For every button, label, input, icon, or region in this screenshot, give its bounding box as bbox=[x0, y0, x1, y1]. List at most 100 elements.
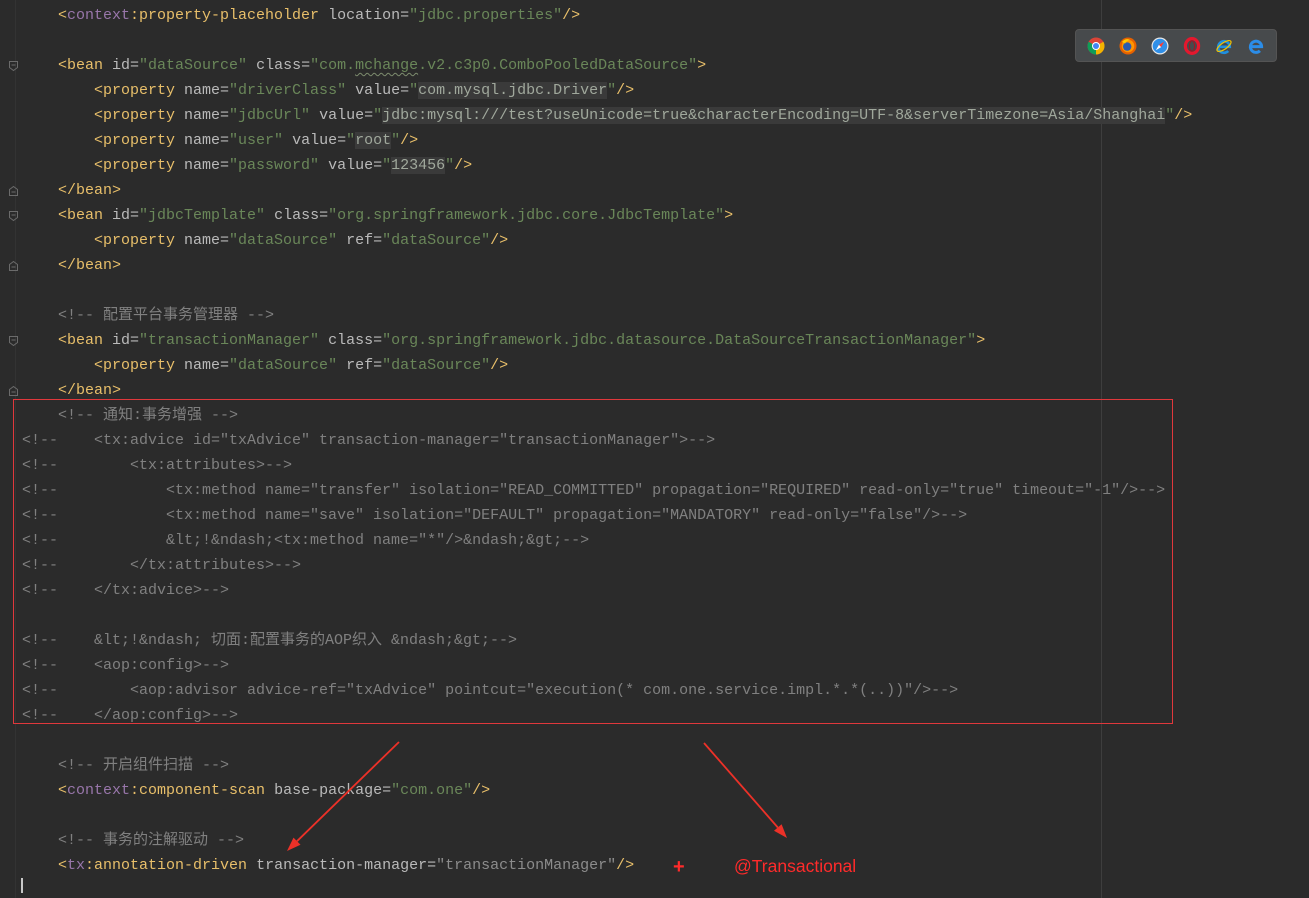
xml-comment-token: <!-- </tx:advice>--> bbox=[22, 582, 230, 599]
code-line[interactable]: <property name="password" value="123456"… bbox=[22, 153, 1292, 178]
annotation-plus-sign: + bbox=[673, 856, 685, 878]
xml-tag-token: <property bbox=[22, 357, 176, 374]
xml-comment-token: <!-- <aop:advisor advice-ref="txAdvice" … bbox=[22, 682, 959, 699]
code-line[interactable]: <!-- <tx:method name="save" isolation="D… bbox=[22, 503, 1292, 528]
xml-value-token: "org.springframework.jdbc.datasource.Dat… bbox=[382, 332, 977, 349]
code-line[interactable]: <!-- <tx:method name="transfer" isolatio… bbox=[22, 478, 1292, 503]
xml-attribute-token: ref= bbox=[337, 232, 383, 249]
xml-attribute-token: name= bbox=[175, 232, 230, 249]
xml-attribute-token: name= bbox=[175, 157, 230, 174]
xml-value-token: "jdbcUrl" bbox=[229, 107, 311, 124]
xml-tag-token: /> bbox=[490, 232, 509, 249]
code-line[interactable]: <context:component-scan base-package="co… bbox=[22, 778, 1292, 803]
code-line[interactable] bbox=[22, 603, 1292, 628]
xml-tag-token: <bean bbox=[22, 332, 104, 349]
code-line[interactable]: <property name="driverClass" value="com.… bbox=[22, 78, 1292, 103]
code-line[interactable]: <property name="dataSource" ref="dataSou… bbox=[22, 228, 1292, 253]
xml-tag-token: > bbox=[724, 207, 734, 224]
code-editor[interactable]: <context:property-placeholder location="… bbox=[0, 0, 1309, 898]
xml-tag-token: > bbox=[976, 332, 986, 349]
xml-comment-token: <!-- </tx:attributes>--> bbox=[22, 557, 302, 574]
code-line[interactable]: <tx:annotation-driven transaction-manage… bbox=[22, 853, 1292, 878]
xml-value-token: " bbox=[445, 157, 455, 174]
code-line[interactable]: </bean> bbox=[22, 378, 1292, 403]
code-line[interactable]: <!-- </tx:attributes>--> bbox=[22, 553, 1292, 578]
safari-icon[interactable] bbox=[1151, 37, 1169, 55]
code-line[interactable]: <!-- </tx:advice>--> bbox=[22, 578, 1292, 603]
xml-tag-token: :annotation-driven bbox=[85, 857, 248, 874]
code-line[interactable]: <property name="jdbcUrl" value="jdbc:mys… bbox=[22, 103, 1292, 128]
xml-attribute-token: id= bbox=[103, 332, 140, 349]
xml-namespace-token: context bbox=[67, 782, 131, 799]
xml-value-token: "transactionManager" bbox=[436, 857, 617, 874]
code-line[interactable]: </bean> bbox=[22, 178, 1292, 203]
xml-tag-token: < bbox=[22, 7, 68, 24]
xml-comment-token: <!-- 开启组件扫描 --> bbox=[22, 757, 230, 774]
xml-attribute-token: transaction-manager= bbox=[247, 857, 437, 874]
xml-comment-token: <!-- <aop:config>--> bbox=[22, 657, 230, 674]
xml-tag-token: <property bbox=[22, 82, 176, 99]
code-line[interactable]: <!-- <aop:config>--> bbox=[22, 653, 1292, 678]
xml-tag-token: </bean> bbox=[22, 382, 122, 399]
xml-attribute-token: base-package= bbox=[265, 782, 392, 799]
text-caret bbox=[21, 878, 23, 893]
xml-namespace-token: context bbox=[67, 7, 131, 24]
code-line[interactable]: <!-- 配置平台事务管理器 --> bbox=[22, 303, 1292, 328]
xml-value-token: "driverClass" bbox=[229, 82, 347, 99]
xml-attribute-token: value= bbox=[283, 132, 347, 149]
fold-open-icon[interactable] bbox=[8, 60, 19, 72]
xml-tag-token: < bbox=[22, 857, 68, 874]
xml-tag-token: <property bbox=[22, 132, 176, 149]
xml-tag-token: :property-placeholder bbox=[130, 7, 320, 24]
code-line[interactable]: <!-- <tx:attributes>--> bbox=[22, 453, 1292, 478]
xml-value-token: "jdbc.properties" bbox=[409, 7, 563, 24]
xml-value-token: " bbox=[607, 82, 617, 99]
xml-tag-token: <property bbox=[22, 157, 176, 174]
code-line[interactable]: <!-- 事务的注解驱动 --> bbox=[22, 828, 1292, 853]
xml-value-token: "dataSource" bbox=[139, 57, 248, 74]
code-line[interactable]: </bean> bbox=[22, 253, 1292, 278]
fold-close-icon[interactable] bbox=[8, 260, 19, 272]
xml-value-token: " bbox=[346, 132, 356, 149]
firefox-icon[interactable] bbox=[1119, 37, 1137, 55]
xml-value-token: " bbox=[409, 82, 419, 99]
code-line[interactable]: <property name="dataSource" ref="dataSou… bbox=[22, 353, 1292, 378]
gutter-separator bbox=[15, 0, 16, 898]
internet-explorer-icon[interactable] bbox=[1215, 37, 1233, 55]
xml-tag-token: <property bbox=[22, 232, 176, 249]
xml-value-token: com.mysql.jdbc.Driver bbox=[418, 82, 608, 99]
code-line[interactable]: <context:property-placeholder location="… bbox=[22, 3, 1292, 28]
xml-attribute-token: name= bbox=[175, 132, 230, 149]
xml-value-token: "org.springframework.jdbc.core.JdbcTempl… bbox=[328, 207, 725, 224]
fold-close-icon[interactable] bbox=[8, 185, 19, 197]
code-line[interactable]: <!-- 通知:事务增强 --> bbox=[22, 403, 1292, 428]
code-line[interactable]: <!-- &lt;!&ndash; 切面:配置事务的AOP织入 &ndash;&… bbox=[22, 628, 1292, 653]
chrome-icon[interactable] bbox=[1087, 37, 1105, 55]
code-line[interactable] bbox=[22, 278, 1292, 303]
edge-icon[interactable] bbox=[1247, 37, 1265, 55]
code-line[interactable]: <!-- </aop:config>--> bbox=[22, 703, 1292, 728]
code-line[interactable]: <bean id="jdbcTemplate" class="org.sprin… bbox=[22, 203, 1292, 228]
code-line[interactable]: <!-- <tx:advice id="txAdvice" transactio… bbox=[22, 428, 1292, 453]
code-area[interactable]: <context:property-placeholder location="… bbox=[22, 3, 1292, 878]
xml-value-token: " bbox=[373, 107, 383, 124]
fold-close-icon[interactable] bbox=[8, 385, 19, 397]
code-line[interactable] bbox=[22, 728, 1292, 753]
xml-value-token: "jdbcTemplate" bbox=[139, 207, 266, 224]
fold-open-icon[interactable] bbox=[8, 335, 19, 347]
code-line[interactable]: <!-- 开启组件扫描 --> bbox=[22, 753, 1292, 778]
code-line[interactable] bbox=[22, 803, 1292, 828]
xml-attribute-token: class= bbox=[247, 57, 311, 74]
xml-attribute-token: location= bbox=[319, 7, 410, 24]
code-line[interactable]: <bean id="transactionManager" class="org… bbox=[22, 328, 1292, 353]
xml-attribute-token: name= bbox=[175, 82, 230, 99]
xml-value-token: "dataSource" bbox=[229, 232, 338, 249]
opera-icon[interactable] bbox=[1183, 36, 1201, 55]
xml-attribute-token: ref= bbox=[337, 357, 383, 374]
code-line[interactable]: <!-- &lt;!&ndash;<tx:method name="*"/>&n… bbox=[22, 528, 1292, 553]
xml-attribute-token: id= bbox=[103, 207, 140, 224]
code-line[interactable]: <!-- <aop:advisor advice-ref="txAdvice" … bbox=[22, 678, 1292, 703]
xml-value-token: " bbox=[382, 157, 392, 174]
code-line[interactable]: <property name="user" value="root"/> bbox=[22, 128, 1292, 153]
fold-open-icon[interactable] bbox=[8, 210, 19, 222]
